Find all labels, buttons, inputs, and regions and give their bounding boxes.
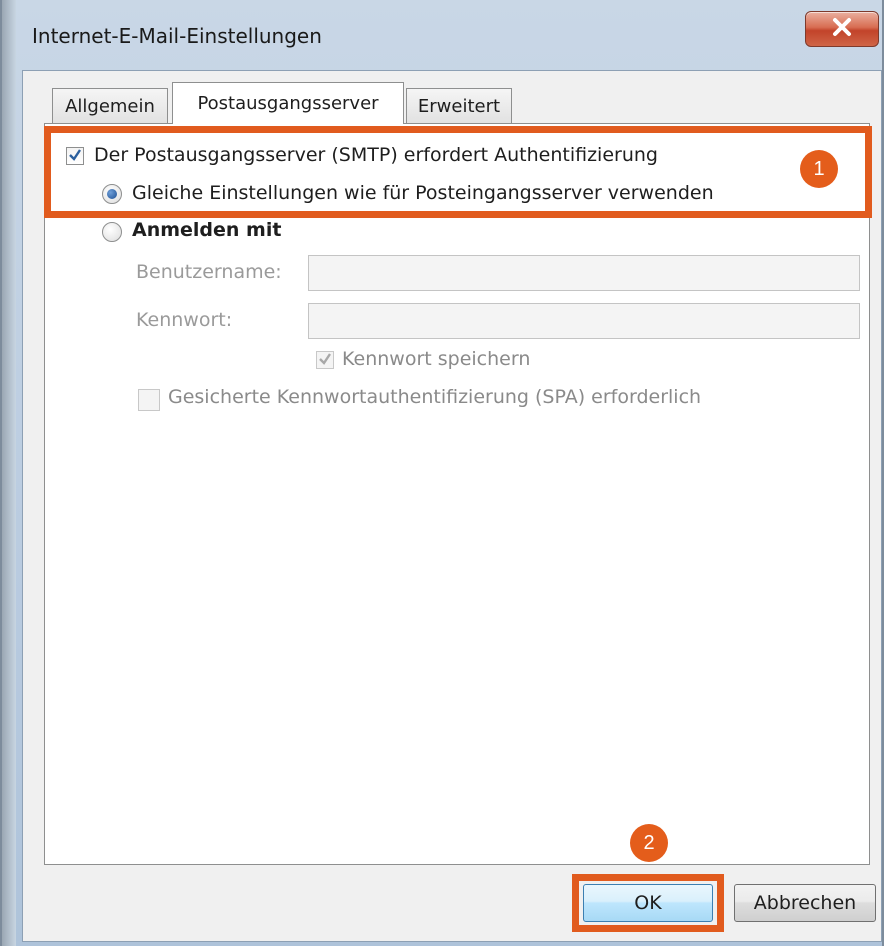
username-input[interactable] — [308, 255, 860, 291]
close-icon — [831, 17, 853, 41]
tab-label: Postausgangsserver — [197, 93, 379, 114]
cancel-label: Abbrechen — [753, 892, 857, 914]
ok-button[interactable]: OK — [583, 884, 713, 922]
password-input[interactable] — [308, 303, 860, 339]
cancel-button[interactable]: Abbrechen — [734, 884, 876, 922]
annotation-badge-2: 2 — [630, 824, 668, 862]
tab-label: Erweitert — [417, 96, 501, 117]
window-frame-edge — [2, 0, 16, 946]
radio-login-label: Anmelden mit — [132, 219, 282, 241]
ok-label: OK — [634, 892, 662, 914]
spa-label: Gesicherte Kennwortauthentifizierung (SP… — [168, 386, 702, 408]
username-label: Benutzername: — [136, 261, 282, 283]
radio-selected-dot — [107, 189, 117, 199]
password-label: Kennwort: — [136, 309, 233, 331]
badge-number: 1 — [813, 157, 825, 180]
tab-allgemein[interactable]: Allgemein — [52, 88, 168, 124]
save-password-label: Kennwort speichern — [342, 348, 531, 370]
tab-label: Allgemein — [65, 96, 155, 117]
annotation-badge-1: 1 — [800, 150, 838, 188]
radio-login-with[interactable] — [102, 222, 122, 242]
badge-number: 2 — [643, 831, 655, 854]
spa-checkbox[interactable] — [138, 389, 160, 411]
smtp-auth-label: Der Postausgangsserver (SMTP) erfordert … — [94, 144, 658, 166]
checkmark-icon — [68, 147, 82, 166]
tab-postausgangsserver[interactable]: Postausgangsserver — [172, 82, 404, 124]
save-password-checkbox[interactable] — [316, 351, 334, 369]
radio-same-settings[interactable] — [102, 184, 122, 204]
close-button[interactable] — [805, 11, 879, 47]
smtp-auth-checkbox[interactable] — [66, 147, 84, 165]
radio-same-settings-label: Gleiche Einstellungen wie für Posteingan… — [132, 182, 714, 204]
dialog-window: Internet-E-Mail-Einstellungen Allgemein … — [0, 0, 884, 946]
checkmark-icon — [318, 351, 332, 370]
tab-erweitert[interactable]: Erweitert — [406, 88, 512, 124]
window-title: Internet-E-Mail-Einstellungen — [32, 24, 322, 48]
